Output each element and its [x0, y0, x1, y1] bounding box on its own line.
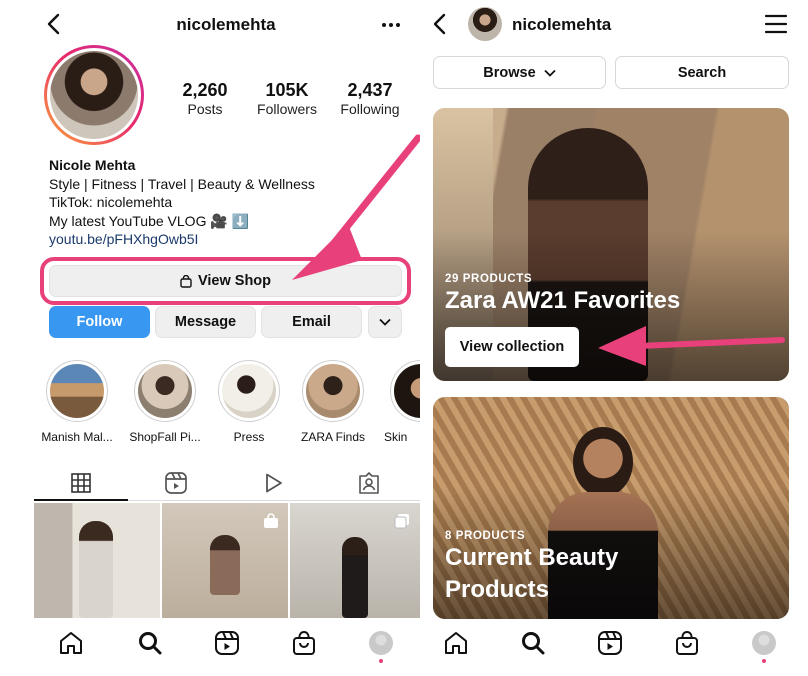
bio-link[interactable]: youtu.be/pFHXhgOwb5I	[49, 230, 315, 249]
stat-posts[interactable]: 2,260 Posts	[175, 80, 235, 117]
shop-avatar[interactable]	[468, 7, 502, 41]
carousel-icon	[394, 513, 410, 529]
email-button[interactable]: Email	[261, 306, 362, 338]
collection-count: 29 PRODUCTS	[445, 273, 533, 285]
profile-screen: nicolemehta 2,260 Posts 105K Followers 2…	[0, 0, 420, 676]
chevron-down-icon	[544, 69, 556, 77]
more-icon[interactable]	[380, 14, 402, 36]
play-icon[interactable]	[258, 470, 288, 496]
following-count: 2,437	[347, 80, 393, 100]
highlight-3[interactable]: Press	[216, 360, 282, 444]
bag-icon	[180, 274, 192, 288]
shop-icon[interactable]	[672, 628, 702, 658]
collection-title: Zara AW21 Favorites	[445, 287, 681, 314]
stat-followers[interactable]: 105K Followers	[252, 80, 322, 117]
bio-line-2: TikTok: nicolemehta	[49, 194, 173, 210]
collection-card-2[interactable]: 8 PRODUCTS Current Beauty Products	[433, 397, 789, 619]
active-tab-indicator	[34, 499, 128, 501]
collection-count: 8 PRODUCTS	[445, 530, 526, 542]
display-name: Nicole Mehta	[49, 157, 136, 173]
shop-icon[interactable]	[289, 628, 319, 658]
bio-line-1: Style | Fitness | Travel | Beauty & Well…	[49, 175, 315, 192]
avatar[interactable]	[44, 45, 144, 145]
shop-tag-icon	[262, 513, 280, 529]
highlight-2[interactable]: ShopFall Pi...	[129, 360, 201, 444]
highlight-label: Skin	[384, 430, 408, 444]
home-icon[interactable]	[441, 628, 471, 658]
reels-icon[interactable]	[161, 470, 191, 496]
menu-icon[interactable]	[764, 13, 788, 35]
notification-dot	[379, 659, 383, 663]
notification-dot	[762, 659, 766, 663]
following-label: Following	[340, 101, 400, 117]
post-thumbnail-3[interactable]	[290, 503, 420, 618]
back-icon[interactable]	[428, 12, 452, 36]
highlight-4[interactable]: ZARA Finds	[300, 360, 366, 444]
followers-count: 105K	[265, 80, 309, 100]
followers-label: Followers	[257, 101, 317, 117]
bio: Nicole Mehta Style | Fitness | Travel | …	[49, 156, 315, 249]
posts-count: 2,260	[182, 80, 228, 100]
message-button[interactable]: Message	[155, 306, 256, 338]
highlight-label: ZARA Finds	[300, 430, 366, 444]
search-button[interactable]: Search	[615, 56, 789, 89]
search-icon[interactable]	[135, 628, 165, 658]
shop-username: nicolemehta	[512, 15, 612, 34]
posts-label: Posts	[187, 101, 223, 117]
highlight-label: ShopFall Pi...	[129, 430, 201, 444]
reels-icon[interactable]	[595, 628, 625, 658]
collection-title: Current Beauty Products	[445, 544, 619, 603]
highlight-5[interactable]: Skin	[384, 360, 420, 444]
reels-icon[interactable]	[212, 628, 242, 658]
highlight-label: Press	[233, 430, 265, 444]
view-collection-button[interactable]: View collection	[445, 327, 579, 367]
highlight-1[interactable]: Manish Mal...	[41, 360, 113, 444]
search-icon[interactable]	[518, 628, 548, 658]
stat-following[interactable]: 2,437 Following	[334, 80, 406, 117]
view-shop-label: View Shop	[197, 273, 272, 289]
browse-label: Browse	[483, 64, 536, 81]
view-shop-button[interactable]: View Shop	[49, 265, 402, 297]
chevron-down-icon	[379, 318, 391, 326]
suggested-toggle[interactable]	[368, 306, 402, 338]
profile-avatar-icon[interactable]	[749, 628, 779, 658]
shop-screen: nicolemehta Browse Search 29 PRODUCTS Za…	[420, 0, 808, 676]
collection-card-1[interactable]: 29 PRODUCTS Zara AW21 Favorites View col…	[433, 108, 789, 381]
tagged-icon[interactable]	[354, 470, 384, 496]
follow-button[interactable]: Follow	[49, 306, 150, 338]
profile-username: nicolemehta	[176, 15, 276, 34]
post-thumbnail-2[interactable]	[162, 503, 288, 618]
home-icon[interactable]	[56, 628, 86, 658]
bio-line-3: My latest YouTube VLOG 🎥 ⬇️	[49, 212, 250, 229]
browse-button[interactable]: Browse	[433, 56, 606, 89]
post-thumbnail-1[interactable]	[34, 503, 160, 618]
grid-icon[interactable]	[66, 470, 96, 496]
highlight-label: Manish Mal...	[41, 430, 113, 444]
profile-avatar-icon[interactable]	[366, 628, 396, 658]
